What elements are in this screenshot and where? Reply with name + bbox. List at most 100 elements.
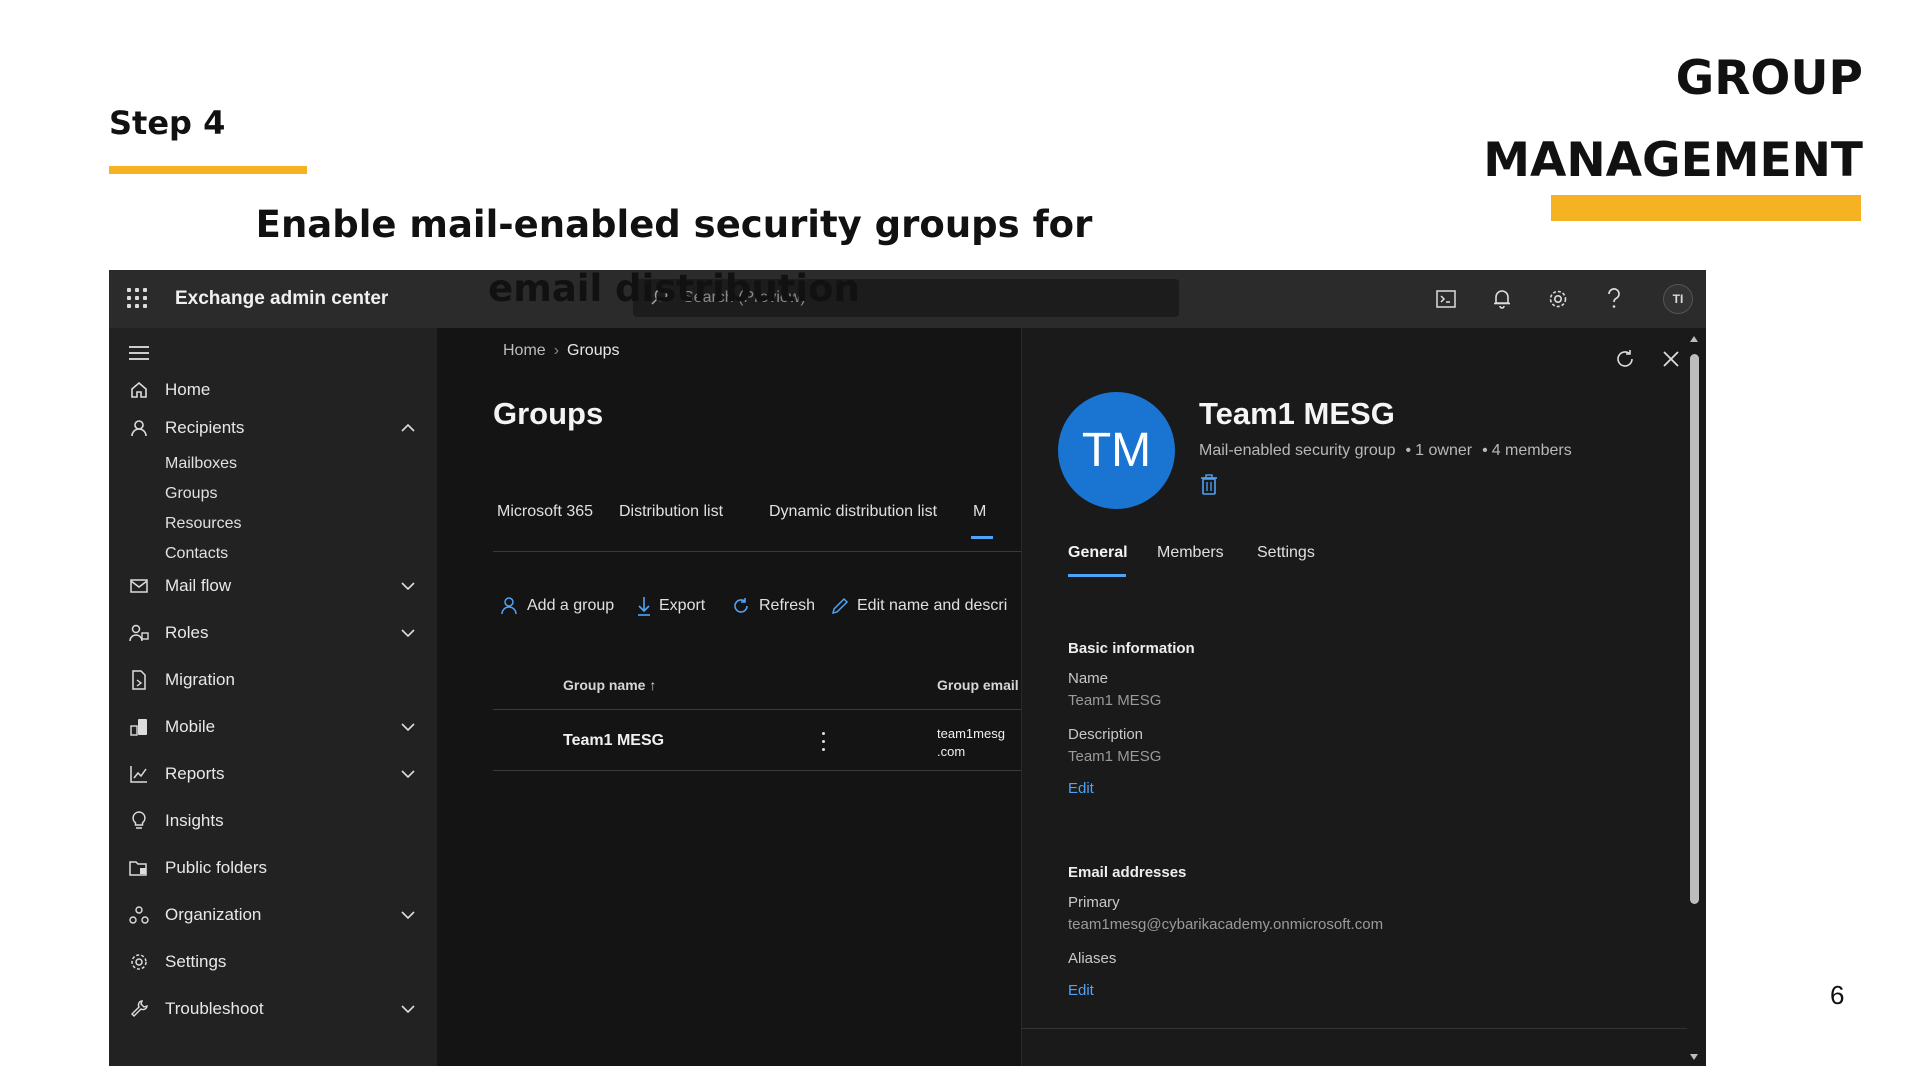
close-icon[interactable] xyxy=(1658,346,1684,372)
tab-mail-enabled-security[interactable]: M xyxy=(973,503,986,521)
edit-basic-info-link[interactable]: Edit xyxy=(1068,780,1094,797)
bell-icon[interactable] xyxy=(1489,286,1515,312)
slide-subtitle: Enable mail-enabled security groups for … xyxy=(255,203,1093,310)
row-divider xyxy=(493,770,1021,771)
group-details-panel: TM Team1 MESG Mail-enabled security grou… xyxy=(1021,328,1706,1066)
nav-label: Roles xyxy=(165,623,209,642)
tab-microsoft-365[interactable]: Microsoft 365 xyxy=(497,503,593,521)
name-value: Team1 MESG xyxy=(1068,692,1162,709)
mail-icon xyxy=(127,574,151,598)
migration-icon xyxy=(127,668,151,692)
header-divider xyxy=(493,709,1021,710)
nav-item-recipients[interactable]: Recipients xyxy=(109,408,437,448)
mobile-icon xyxy=(127,715,151,739)
chevron-down-icon[interactable] xyxy=(399,765,417,783)
scroll-down-arrow-icon[interactable] xyxy=(1690,1054,1698,1060)
home-icon xyxy=(127,378,151,402)
nav-subitem-resources[interactable]: Resources xyxy=(165,515,241,533)
tab-dynamic-distribution-list[interactable]: Dynamic distribution list xyxy=(769,503,937,521)
nav-label: Mail flow xyxy=(165,576,232,595)
nav-item-reports[interactable]: Reports xyxy=(109,754,437,794)
chevron-down-icon[interactable] xyxy=(399,624,417,642)
slide-title-underline xyxy=(1551,195,1861,221)
tab-general[interactable]: General xyxy=(1068,544,1128,562)
nav-item-migration[interactable]: Migration xyxy=(109,660,437,700)
page-number: 6 xyxy=(1830,980,1845,1010)
nav-subitem-mailboxes[interactable]: Mailboxes xyxy=(165,455,237,473)
download-icon xyxy=(638,597,650,616)
tabs-divider xyxy=(493,551,1021,552)
terminal-icon[interactable] xyxy=(1433,286,1459,312)
gear-icon xyxy=(127,950,151,974)
group-title: Team1 MESG xyxy=(1199,396,1395,431)
nav-item-troubleshoot[interactable]: Troubleshoot xyxy=(109,989,437,1029)
add-group-button[interactable]: Add a group xyxy=(501,594,614,618)
slide-title-line1: GROUP xyxy=(1675,51,1863,106)
panel-footer-divider xyxy=(1022,1028,1687,1029)
edit-email-link[interactable]: Edit xyxy=(1068,982,1094,999)
nav-label: Insights xyxy=(165,811,224,830)
tab-distribution-list[interactable]: Distribution list xyxy=(619,503,723,521)
hamburger-menu-icon[interactable] xyxy=(129,346,149,360)
scrollbar[interactable] xyxy=(1688,334,1700,1064)
column-header-group-email[interactable]: Group email xyxy=(937,677,1019,693)
nav-item-insights[interactable]: Insights xyxy=(109,801,437,841)
chart-icon xyxy=(127,762,151,786)
tab-members[interactable]: Members xyxy=(1157,544,1224,562)
step-underline xyxy=(109,166,307,174)
lightbulb-icon xyxy=(127,809,151,833)
nav-item-organization[interactable]: Organization xyxy=(109,895,437,935)
chevron-down-icon[interactable] xyxy=(399,906,417,924)
export-label: Export xyxy=(659,597,706,614)
column-label: Group name xyxy=(563,677,646,693)
nav-item-settings[interactable]: Settings xyxy=(109,942,437,982)
delete-icon[interactable] xyxy=(1200,474,1218,496)
tab-settings[interactable]: Settings xyxy=(1257,544,1315,562)
nav-subitem-contacts[interactable]: Contacts xyxy=(165,545,228,563)
help-icon[interactable] xyxy=(1601,286,1627,312)
breadcrumb-home[interactable]: Home xyxy=(503,342,546,359)
description-label: Description xyxy=(1068,726,1144,743)
org-icon xyxy=(127,903,151,927)
chevron-right-icon: › xyxy=(553,342,560,359)
scroll-up-arrow-icon[interactable] xyxy=(1690,336,1698,342)
nav-item-home[interactable]: Home xyxy=(109,370,437,410)
nav-item-mobile[interactable]: Mobile xyxy=(109,707,437,747)
scrollbar-thumb[interactable] xyxy=(1690,354,1699,904)
refresh-button[interactable]: Refresh xyxy=(731,594,815,618)
name-label: Name xyxy=(1068,670,1109,687)
sort-arrow-icon: ↑ xyxy=(649,677,657,693)
email-addresses-heading: Email addresses xyxy=(1068,864,1187,881)
user-avatar[interactable]: TI xyxy=(1663,284,1693,314)
active-tab-indicator xyxy=(971,536,993,539)
nav-item-roles[interactable]: Roles xyxy=(109,613,437,653)
group-members: 4 members xyxy=(1491,442,1572,459)
roles-icon xyxy=(127,621,151,645)
refresh-icon xyxy=(734,598,748,613)
nav-item-mail-flow[interactable]: Mail flow xyxy=(109,566,437,606)
chevron-down-icon[interactable] xyxy=(399,1000,417,1018)
nav-subitem-groups[interactable]: Groups xyxy=(165,485,217,503)
edit-name-label: Edit name and descri xyxy=(857,597,1008,614)
chevron-down-icon[interactable] xyxy=(399,718,417,736)
primary-label: Primary xyxy=(1068,894,1120,911)
app-launcher-icon[interactable] xyxy=(127,288,147,308)
row-group-email: team1mesg xyxy=(937,726,1005,741)
add-group-label: Add a group xyxy=(527,597,615,614)
breadcrumb-groups: Groups xyxy=(567,342,620,359)
group-owners: 1 owner xyxy=(1415,442,1473,459)
refresh-panel-icon[interactable] xyxy=(1612,346,1638,372)
edit-name-button[interactable]: Edit name and descri xyxy=(831,594,1007,618)
gear-icon[interactable] xyxy=(1545,286,1571,312)
column-header-group-name[interactable]: Group name ↑ xyxy=(563,677,656,693)
nav-item-public-folders[interactable]: Public folders xyxy=(109,848,437,888)
nav-label: Migration xyxy=(165,670,235,689)
row-group-name[interactable]: Team1 MESG xyxy=(563,732,664,750)
chevron-up-icon[interactable] xyxy=(399,419,417,437)
folder-icon xyxy=(127,856,151,880)
more-options-icon[interactable] xyxy=(821,732,827,754)
export-button[interactable]: Export xyxy=(637,594,705,618)
chevron-down-icon[interactable] xyxy=(399,577,417,595)
slide-title: GROUP MANAGEMENT xyxy=(1483,38,1863,202)
nav-label: Recipients xyxy=(165,418,245,437)
